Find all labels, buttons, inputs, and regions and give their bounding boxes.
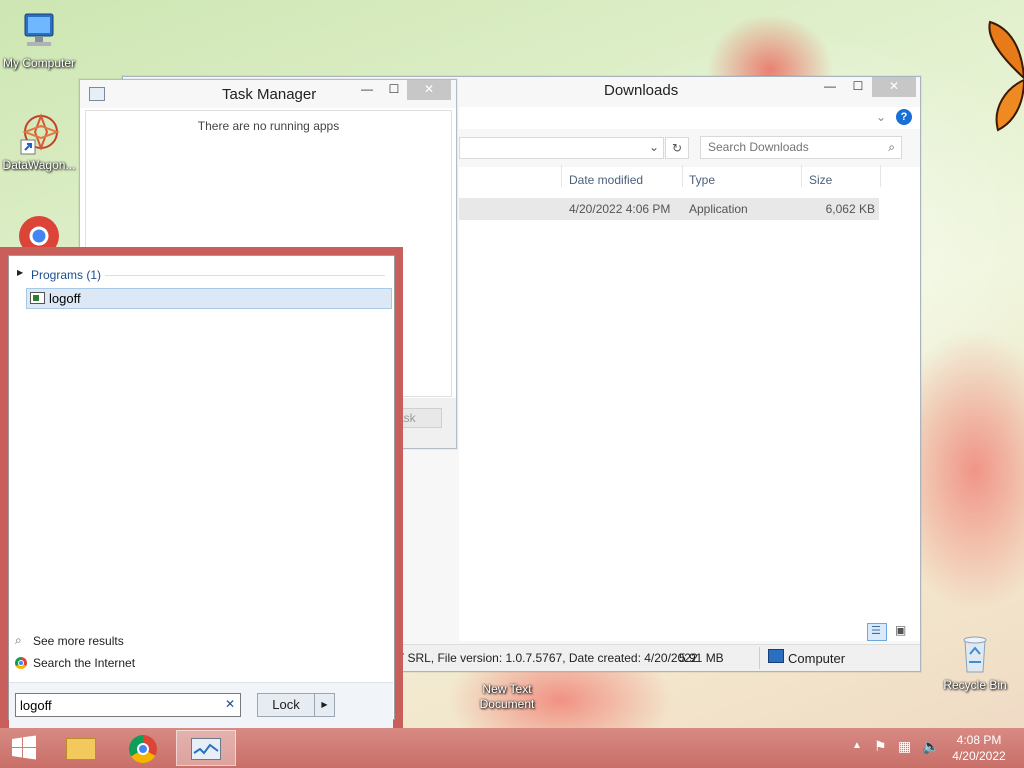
column-header-date-modified[interactable]: Date modified [569, 173, 643, 191]
window-title: Downloads [604, 82, 679, 99]
folder-icon [66, 738, 96, 760]
windows-logo-icon [12, 735, 36, 760]
refresh-icon: ↻ [671, 141, 683, 155]
cell-date-modified: 4/20/2022 4:06 PM [569, 202, 671, 216]
computer-icon [17, 10, 61, 54]
search-icon[interactable]: ⌕ [888, 140, 895, 155]
address-bar[interactable]: ⌄ [459, 137, 664, 159]
search-input-box[interactable]: logoff ✕ [15, 693, 241, 717]
close-button[interactable]: ✕ [872, 77, 916, 97]
network-icon[interactable]: ▦ [898, 738, 911, 755]
action-center-flag-icon[interactable]: ⚑ [874, 738, 887, 755]
lock-label: Lock [272, 697, 300, 712]
cell-size: 6,062 KB [825, 202, 875, 216]
column-header-type[interactable]: Type [689, 173, 715, 191]
large-icons-view-button[interactable]: ▣ [891, 623, 911, 641]
clear-search-icon[interactable]: ✕ [225, 697, 235, 711]
programs-group-header[interactable]: ▶ Programs (1) [17, 268, 387, 284]
task-manager-icon [191, 738, 221, 760]
desktop-icon-my-computer[interactable]: My Computer [0, 10, 79, 71]
window-title: Task Manager [222, 86, 317, 103]
clock[interactable]: 4:08 PM 4/20/2022 [944, 732, 1014, 764]
chevron-down-icon[interactable]: ⌄ [649, 140, 659, 154]
maximize-button[interactable]: ☐ [844, 77, 872, 97]
table-row[interactable]: 4/20/2022 4:06 PM Application 6,062 KB [459, 198, 879, 220]
desktop-icon-datawagon[interactable]: DataWagon... [0, 112, 79, 173]
chrome-icon [15, 657, 27, 669]
group-label: Programs (1) [31, 268, 102, 282]
search-result-item[interactable]: logoff [26, 288, 392, 309]
desktop-icon-label: My Computer [2, 56, 76, 70]
minimize-button[interactable]: — [816, 77, 844, 97]
maximize-button[interactable]: ☐ [380, 80, 408, 100]
refresh-button[interactable]: ↻ [665, 137, 689, 159]
see-more-label: See more results [33, 634, 124, 648]
cell-type: Application [689, 202, 748, 216]
taskbar-file-explorer[interactable] [52, 730, 112, 766]
chevron-down-icon[interactable]: ⌄ [876, 110, 886, 124]
computer-icon [768, 649, 784, 663]
chrome-icon [129, 735, 157, 763]
search-box[interactable]: ⌕ [700, 136, 902, 159]
minimize-button[interactable]: — [353, 80, 381, 100]
search-input[interactable] [708, 137, 878, 157]
status-details: T SRL, File version: 1.0.7.5767, Date cr… [397, 651, 698, 665]
empty-state-message: There are no running apps [197, 119, 340, 133]
ribbon-collapsed: ⌄ ? [459, 107, 920, 129]
search-footer: logoff ✕ Lock ▶ [9, 682, 393, 728]
result-label: logoff [49, 291, 81, 306]
datawagon-icon [17, 112, 61, 156]
status-location: Computer [788, 651, 846, 666]
arrow-right-icon: ▶ [321, 700, 328, 709]
desktop-icon-label: New Text Document [479, 682, 535, 711]
program-icon [30, 292, 45, 304]
volume-muted-icon[interactable]: 🔈 [922, 738, 939, 755]
search-results-pane: ▶ Programs (1) logoff ⌕ See more results… [8, 255, 395, 728]
large-icons-view-icon: ▣ [895, 623, 907, 637]
status-size: 5.91 MB [679, 651, 724, 665]
shutdown-options-button[interactable]: ▶ [315, 693, 335, 717]
search-input[interactable]: logoff [20, 698, 52, 713]
lock-button[interactable]: Lock [257, 693, 315, 717]
desktop-icon-label: DataWagon... [2, 158, 76, 172]
search-internet-label: Search the Internet [33, 656, 136, 670]
task-manager-titlebar[interactable]: Task Manager — ☐ ✕ [80, 80, 456, 108]
details-view-button[interactable]: ☰ [867, 623, 887, 641]
clock-time: 4:08 PM [956, 733, 1002, 747]
taskbar: ▲ ⚑ ▦ 🔈 4:08 PM 4/20/2022 [0, 728, 1024, 768]
desktop-icon-recycle-bin[interactable]: Recycle Bin [935, 632, 1015, 693]
recycle-bin-icon [953, 632, 997, 676]
task-manager-app-icon [89, 87, 105, 101]
taskbar-chrome[interactable] [114, 730, 174, 766]
file-list[interactable] [459, 167, 920, 641]
search-icon: ⌕ [15, 633, 22, 647]
taskbar-task-manager[interactable] [176, 730, 236, 766]
close-button[interactable]: ✕ [407, 80, 451, 100]
clock-date: 4/20/2022 [952, 749, 1006, 763]
details-view-icon: ☰ [871, 625, 881, 637]
desktop-icon-label: Recycle Bin [943, 678, 1007, 692]
expand-arrow-icon: ▶ [17, 268, 24, 277]
tray-overflow-icon[interactable]: ▲ [852, 740, 862, 751]
start-search-panel[interactable]: ▶ Programs (1) logoff ⌕ See more results… [0, 247, 403, 728]
butterfly-wallpaper-icon [982, 18, 1024, 136]
help-icon[interactable]: ? [896, 109, 912, 125]
start-button[interactable] [4, 730, 44, 766]
column-header-size[interactable]: Size [809, 173, 832, 191]
